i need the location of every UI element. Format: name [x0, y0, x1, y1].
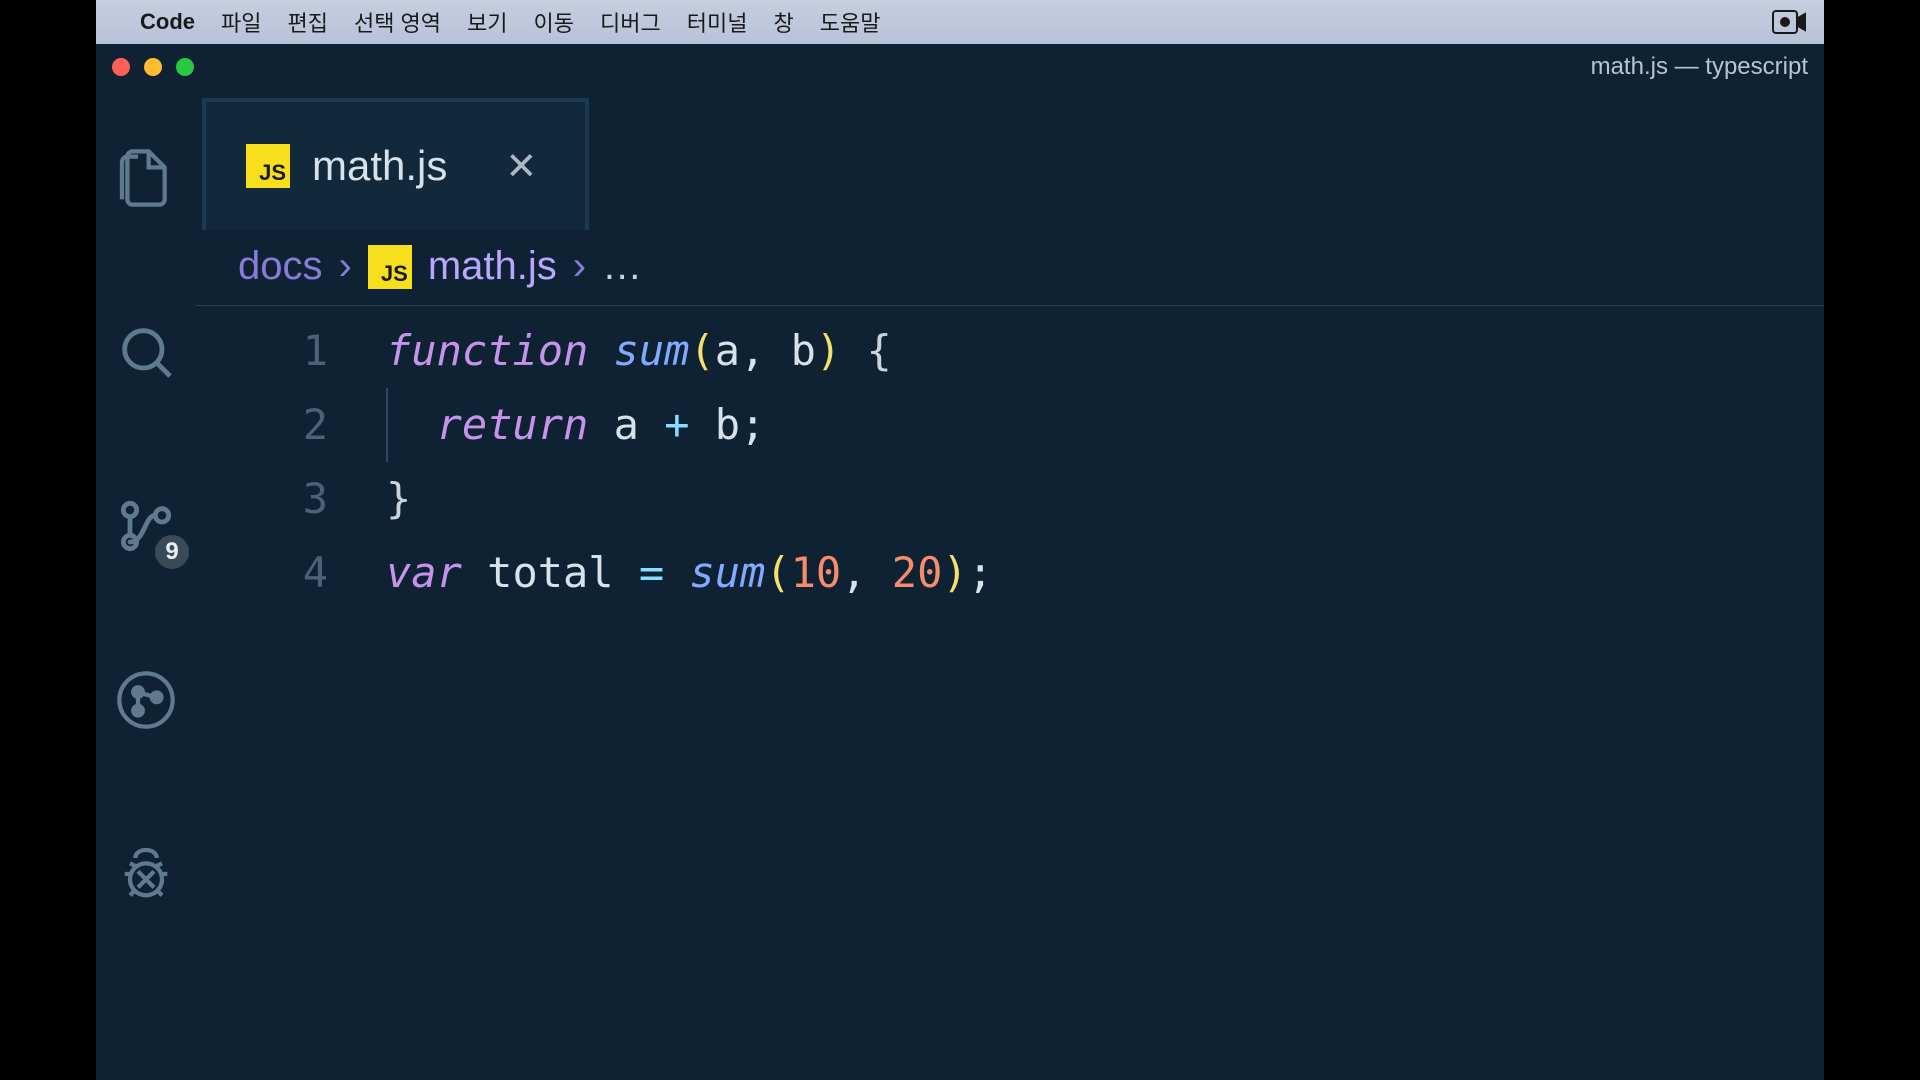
- breadcrumb-folder[interactable]: docs: [238, 244, 323, 289]
- editor-area: JS math.js ✕ docs › JS math.js › … 1 2 3…: [196, 90, 1824, 1080]
- js-file-icon: JS: [368, 245, 412, 289]
- breadcrumb-more[interactable]: …: [602, 244, 642, 289]
- activity-explorer-icon[interactable]: [114, 146, 178, 210]
- editor-tabs: JS math.js ✕: [196, 90, 1824, 230]
- chevron-right-icon: ›: [573, 244, 586, 289]
- breadcrumb-file[interactable]: math.js: [428, 244, 557, 289]
- code-lines[interactable]: function sum(a, b) { return a + b; } var…: [386, 314, 1824, 1080]
- window-close-button[interactable]: [112, 58, 130, 76]
- menubar-item-view[interactable]: 보기: [467, 6, 507, 38]
- menubar-item-edit[interactable]: 편집: [287, 6, 327, 38]
- code-line[interactable]: }: [386, 462, 1824, 536]
- activity-source-control-icon[interactable]: 9: [114, 494, 178, 558]
- line-number: 4: [196, 536, 328, 610]
- tab-filename: math.js: [312, 142, 447, 190]
- menubar-app-name[interactable]: Code: [140, 9, 195, 35]
- line-number-gutter: 1 2 3 4: [196, 314, 386, 1080]
- activity-search-icon[interactable]: [114, 320, 178, 384]
- code-line[interactable]: return a + b;: [386, 388, 1824, 462]
- menubar-item-window[interactable]: 창: [773, 6, 793, 38]
- menubar-item-terminal[interactable]: 터미널: [687, 6, 748, 38]
- menubar-item-selection[interactable]: 선택 영역: [354, 6, 441, 38]
- js-file-icon: JS: [246, 144, 290, 188]
- editor-tab-mathjs[interactable]: JS math.js ✕: [202, 98, 589, 230]
- menubar-item-file[interactable]: 파일: [221, 6, 261, 38]
- window-titlebar: math.js — typescript: [96, 44, 1824, 90]
- code-line[interactable]: function sum(a, b) {: [386, 314, 1824, 388]
- menubar-item-go[interactable]: 이동: [534, 6, 574, 38]
- activity-debug-icon[interactable]: [114, 842, 178, 906]
- window-traffic-lights: [112, 58, 194, 76]
- window-zoom-button[interactable]: [176, 58, 194, 76]
- code-editor[interactable]: 1 2 3 4 function sum(a, b) { return a + …: [196, 306, 1824, 1080]
- source-control-badge: 9: [152, 532, 192, 572]
- tab-close-icon[interactable]: ✕: [505, 144, 537, 189]
- macos-menubar: Code 파일 편집 선택 영역 보기 이동 디버그 터미널 창 도움말: [96, 0, 1824, 44]
- screen-record-icon[interactable]: [1772, 10, 1806, 34]
- menubar-item-help[interactable]: 도움말: [820, 6, 881, 38]
- window-minimize-button[interactable]: [144, 58, 162, 76]
- activity-gitlens-icon[interactable]: [114, 668, 178, 732]
- vscode-window: math.js — typescript 9: [96, 44, 1824, 1080]
- activity-bar: 9: [96, 90, 196, 1080]
- chevron-right-icon: ›: [339, 244, 352, 289]
- code-line[interactable]: var total = sum(10, 20);: [386, 536, 1824, 610]
- line-number: 3: [196, 462, 328, 536]
- menubar-item-debug[interactable]: 디버그: [600, 6, 661, 38]
- breadcrumb[interactable]: docs › JS math.js › …: [196, 230, 1824, 306]
- line-number: 2: [196, 388, 328, 462]
- line-number: 1: [196, 314, 328, 388]
- window-title: math.js — typescript: [1591, 53, 1808, 81]
